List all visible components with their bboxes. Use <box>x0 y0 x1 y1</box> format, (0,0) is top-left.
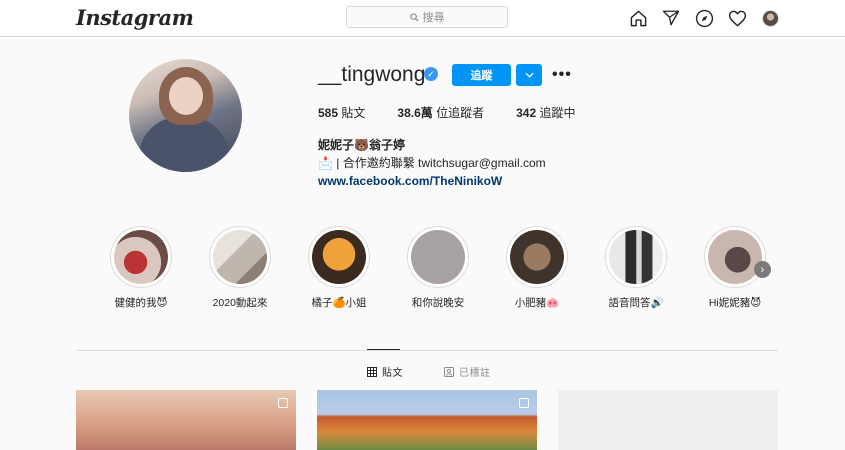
highlight-cover <box>510 230 564 284</box>
activity-heart-icon[interactable] <box>726 7 748 29</box>
profile-avatar[interactable] <box>759 7 781 29</box>
profile-stats: 585 貼文 38.6萬 位追蹤者 342 追蹤中 <box>318 104 608 121</box>
stat-posts: 585 貼文 <box>318 106 366 120</box>
profile-bio: 妮妮子🐻翁子婷 📩 | 合作邀約聯繫 twitchsugar@gmail.com… <box>318 136 546 190</box>
home-icon[interactable] <box>627 7 649 29</box>
follow-button[interactable]: 追蹤 <box>452 64 511 86</box>
stat-following[interactable]: 342 追蹤中 <box>516 104 575 121</box>
highlight-item[interactable]: 健健的我😈 <box>108 226 174 310</box>
tab-posts[interactable]: 貼文 <box>367 364 403 379</box>
search-input[interactable]: 搜尋 <box>346 6 508 28</box>
verified-badge-icon: ✓ <box>424 67 438 81</box>
highlight-item[interactable]: 和你說晚安 <box>405 226 471 310</box>
post-thumbnail[interactable] <box>76 390 296 450</box>
highlight-cover <box>609 230 663 284</box>
display-name: 妮妮子🐻翁子婷 <box>318 138 405 152</box>
post-thumbnail[interactable] <box>558 390 778 450</box>
multiple-posts-icon <box>519 398 529 408</box>
direct-icon[interactable] <box>660 7 682 29</box>
highlight-item[interactable]: 2020動起來 <box>207 226 273 310</box>
suggested-dropdown-button[interactable] <box>516 64 542 86</box>
post-thumbnail[interactable] <box>317 390 537 450</box>
stat-followers[interactable]: 38.6萬 位追蹤者 <box>397 104 484 121</box>
active-tab-indicator <box>367 349 400 350</box>
more-options-icon[interactable]: ••• <box>552 66 572 84</box>
search-icon <box>409 12 419 22</box>
bio-link[interactable]: www.facebook.com/TheNinikoW <box>318 172 546 190</box>
explore-icon[interactable] <box>693 7 715 29</box>
story-highlights: 健健的我😈 2020動起來 橘子🍊小姐 和你說晚安 小肥豬🐽 語音問答🔊 Hi妮… <box>108 226 778 316</box>
highlights-next-button[interactable]: › <box>754 261 771 278</box>
highlight-item[interactable]: 小肥豬🐽 <box>504 226 570 310</box>
bio-text: 📩 | 合作邀約聯繫 twitchsugar@gmail.com <box>318 156 546 170</box>
tabs-divider <box>76 350 778 351</box>
highlight-cover <box>411 230 465 284</box>
highlight-item[interactable]: 語音問答🔊 <box>603 226 669 310</box>
highlight-cover <box>114 230 168 284</box>
multiple-posts-icon <box>278 398 288 408</box>
search-placeholder: 搜尋 <box>422 12 445 24</box>
highlight-cover <box>213 230 267 284</box>
profile-picture[interactable] <box>129 59 242 172</box>
highlight-cover <box>708 230 762 284</box>
instagram-logo[interactable]: Instagram <box>76 5 194 30</box>
tagged-user-icon <box>444 366 454 377</box>
highlight-cover <box>312 230 366 284</box>
highlight-item[interactable]: 橘子🍊小姐 <box>306 226 372 310</box>
chevron-down-icon <box>524 72 534 78</box>
tab-tagged[interactable]: 已標註 <box>444 364 491 379</box>
grid-icon <box>367 366 377 377</box>
profile-username: __tingwong <box>318 63 426 86</box>
top-navbar: Instagram 搜尋 <box>0 0 845 37</box>
